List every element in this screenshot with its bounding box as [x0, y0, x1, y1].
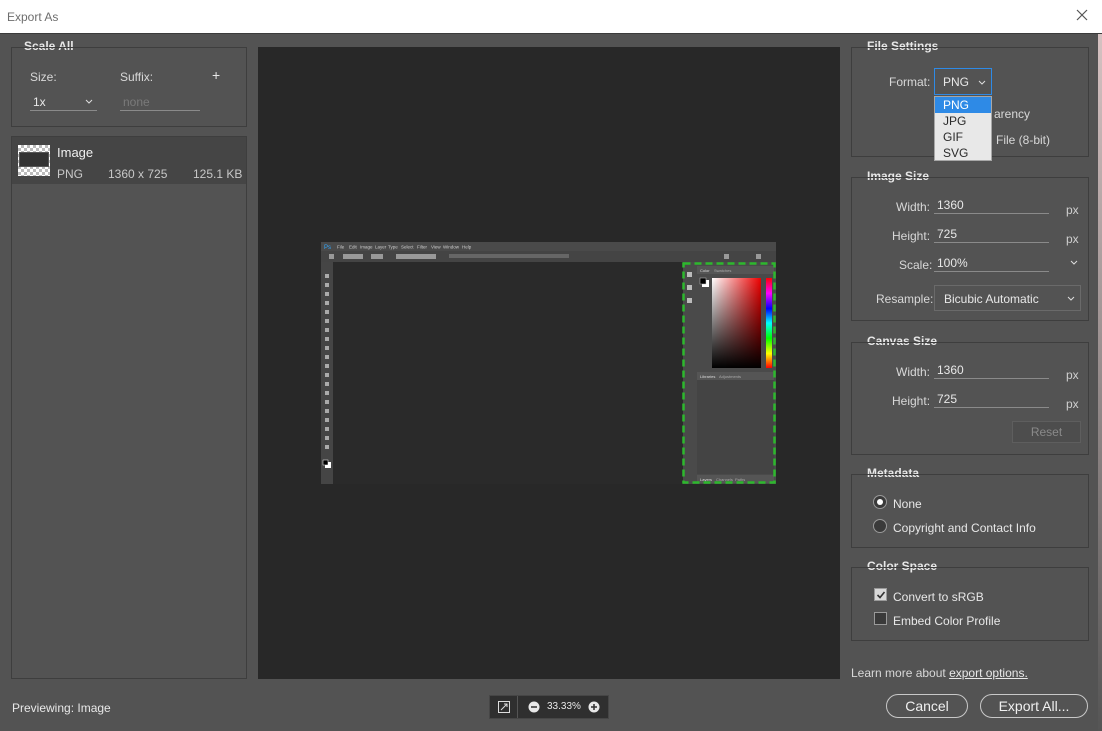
size-value: 1x — [33, 95, 46, 109]
metadata-copyright-radio[interactable] — [873, 519, 887, 533]
color-space-box — [851, 567, 1089, 641]
image-width-label: Width: — [896, 200, 931, 214]
canvas-height-input[interactable]: 725 — [934, 392, 1049, 408]
fit-to-screen-icon[interactable] — [498, 701, 510, 713]
ps-panel-tab: Swatches — [714, 268, 731, 273]
scale-chevron-icon[interactable] — [1070, 260, 1078, 265]
format-value: PNG — [943, 75, 970, 89]
title-divider — [0, 33, 1102, 34]
embed-profile-checkbox[interactable] — [874, 612, 887, 625]
asset-dimensions: 1360 x 725 — [108, 167, 168, 181]
preview-image: Ps File Edit Image Layer Type Select Fil… — [321, 242, 776, 484]
zoom-out-icon[interactable] — [528, 701, 540, 713]
learn-more-prefix: Learn more about — [851, 666, 950, 680]
asset-item[interactable]: Image PNG 1360 x 725 125.1 KB — [12, 137, 246, 184]
resample-value: Bicubic Automatic — [944, 292, 1039, 306]
metadata-copyright-label: Copyright and Contact Info — [893, 521, 1036, 535]
zoom-level: 33.33% — [547, 701, 581, 712]
canvas-width-label: Width: — [896, 365, 931, 379]
transparency-label: arency — [994, 107, 1031, 121]
ps-menu-item: View — [431, 245, 441, 250]
canvas-height-label: Height: — [892, 394, 931, 408]
canvas-width-unit: px — [1066, 368, 1079, 382]
scale-all-box — [11, 47, 247, 127]
convert-srgb-checkbox[interactable] — [874, 588, 887, 601]
ps-menu-item: Type — [388, 245, 398, 250]
window-title: Export As — [7, 10, 59, 24]
checkmark-icon — [876, 591, 886, 599]
asset-list — [11, 136, 247, 679]
format-select[interactable]: PNG — [934, 68, 992, 95]
format-option-gif[interactable]: GIF — [935, 129, 991, 145]
close-icon[interactable] — [1074, 7, 1090, 23]
resample-label: Resample: — [876, 292, 934, 306]
ps-panel-tab: Adjustments — [719, 374, 741, 379]
zoom-in-icon[interactable] — [588, 701, 600, 713]
ps-menu-item: Help — [462, 245, 472, 250]
ps-menu-item: Select — [401, 245, 414, 250]
scale-label: Scale: — [899, 258, 933, 272]
size-select[interactable]: 1x — [30, 95, 97, 111]
ps-menu-item: File — [337, 245, 345, 250]
reset-button[interactable]: Reset — [1012, 421, 1081, 443]
ps-panel-tab: Libraries — [700, 374, 715, 379]
image-width-input[interactable]: 1360 — [934, 198, 1049, 214]
metadata-none-radio[interactable] — [873, 495, 887, 509]
ps-menu-item: Filter — [417, 245, 428, 250]
format-option-jpg[interactable]: JPG — [935, 113, 991, 129]
format-option-svg[interactable]: SVG — [935, 145, 991, 161]
format-option-png[interactable]: PNG — [935, 97, 991, 113]
chevron-down-icon — [85, 99, 93, 104]
export-all-button[interactable]: Export All... — [980, 694, 1088, 718]
canvas-width-input[interactable]: 1360 — [934, 363, 1049, 379]
canvas-height-unit: px — [1066, 397, 1079, 411]
ps-menu-item: Window — [443, 245, 460, 250]
format-dropdown-list: PNG JPG GIF SVG — [934, 96, 992, 161]
asset-name: Image — [57, 145, 94, 160]
export-options-link[interactable]: export options. — [949, 666, 1028, 680]
format-label: Format: — [889, 75, 931, 89]
asset-format: PNG — [57, 167, 84, 181]
image-height-label: Height: — [892, 229, 931, 243]
zoom-bar: 33.33% — [489, 695, 609, 719]
title-bar: Export As — [0, 0, 1102, 33]
cancel-button[interactable]: Cancel — [886, 694, 968, 718]
scale-input[interactable]: 100% — [934, 256, 1049, 272]
previewing-label: Previewing: Image — [12, 701, 111, 715]
chevron-down-icon — [1067, 296, 1075, 301]
image-height-unit: px — [1066, 232, 1079, 246]
ps-menu-item: Layer — [375, 245, 387, 250]
suffix-label: Suffix: — [120, 70, 154, 84]
ps-panel-tab: Color — [700, 268, 710, 273]
zoom-divider — [517, 696, 518, 718]
metadata-none-label: None — [893, 497, 922, 511]
suffix-input[interactable]: none — [120, 95, 200, 111]
resample-select[interactable]: Bicubic Automatic — [934, 285, 1081, 311]
suffix-placeholder: none — [123, 95, 150, 109]
add-scale-button[interactable]: + — [212, 67, 220, 83]
ps-menu-item: Image — [360, 245, 373, 250]
metadata-box — [851, 474, 1089, 548]
embed-profile-label: Embed Color Profile — [893, 614, 1001, 628]
image-width-unit: px — [1066, 203, 1079, 217]
convert-srgb-label: Convert to sRGB — [893, 590, 984, 604]
asset-filesize: 125.1 KB — [193, 167, 243, 181]
window-edge — [1098, 34, 1102, 731]
ps-menu-item: Edit — [349, 245, 358, 250]
image-height-input[interactable]: 725 — [934, 227, 1049, 243]
learn-more-text: Learn more about export options. — [851, 666, 1028, 680]
chevron-down-icon — [978, 80, 986, 85]
smaller-file-label: File (8-bit) — [996, 133, 1051, 147]
size-label: Size: — [30, 70, 57, 84]
ps-logo: Ps — [324, 245, 331, 251]
asset-thumbnail — [18, 145, 50, 176]
